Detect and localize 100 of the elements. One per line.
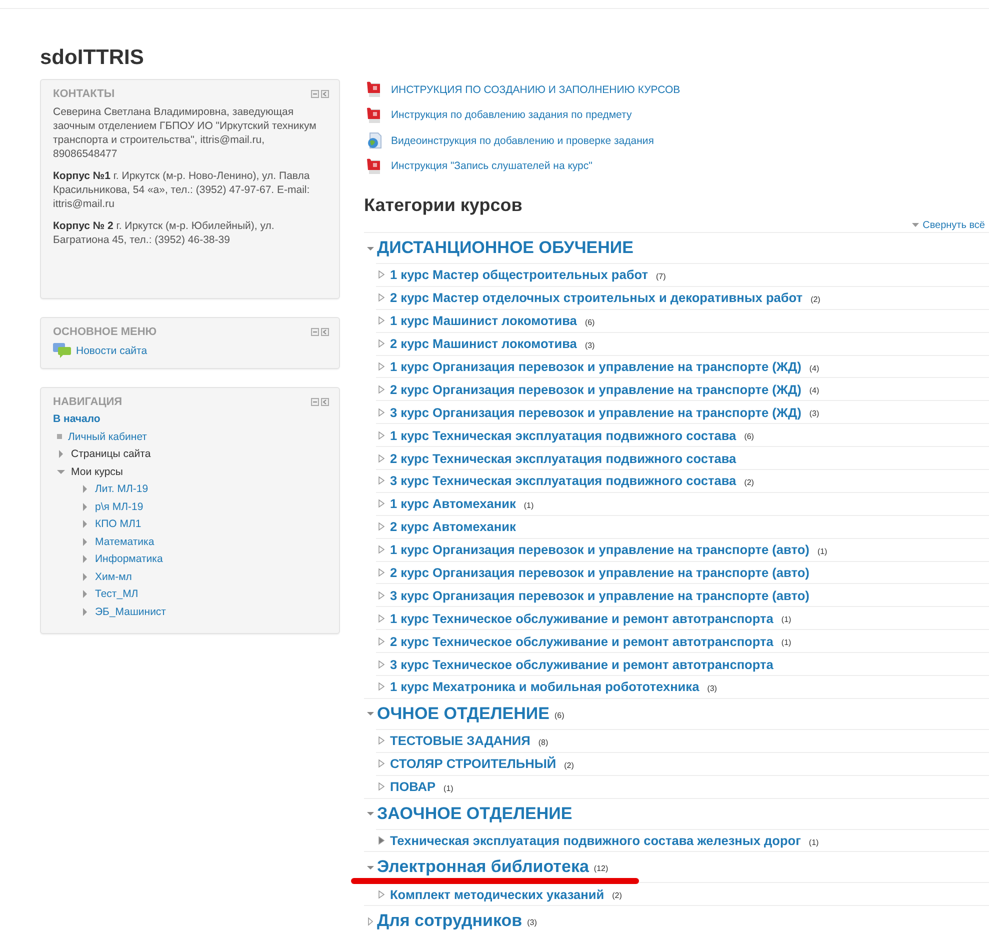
collapse-all-link[interactable]: Свернуть всё	[912, 218, 985, 232]
collapsed-arrow-icon[interactable]	[378, 636, 385, 646]
nav-item[interactable]: Тест_МЛ	[95, 588, 138, 600]
news-link[interactable]: Новости сайта	[76, 344, 148, 356]
nav-item[interactable]: Лит. МЛ-19	[95, 483, 148, 496]
home-link[interactable]: В начало	[53, 413, 329, 425]
collapsed-arrow-icon[interactable]	[378, 316, 385, 326]
collapsed-arrow-icon[interactable]	[378, 408, 385, 417]
category-link[interactable]: ДИСТАНЦИОННОЕ ОБУЧЕНИЕ	[377, 238, 634, 258]
expanded-arrow-icon[interactable]	[366, 809, 375, 818]
subcategory-link[interactable]: ТЕСТОВЫЕ ЗАДАНИЯ	[390, 733, 530, 748]
collapsed-arrow-icon[interactable]	[378, 339, 385, 348]
nav-item[interactable]: Мои курсы	[71, 466, 123, 478]
nav-item[interactable]: Информатика	[95, 553, 163, 566]
collapsed-arrow-icon[interactable]	[378, 568, 385, 578]
subcategory-link[interactable]: ПОВАР	[390, 779, 436, 794]
expanded-arrow-icon[interactable]	[57, 468, 65, 476]
collapsed-arrow-icon[interactable]	[81, 608, 89, 616]
nav-item[interactable]: ЭБ_Машинист	[95, 606, 166, 618]
nav-item[interactable]: Хим-мл	[95, 570, 132, 583]
subcategory-link[interactable]: 2 курс Автомеханик	[390, 519, 516, 534]
collapsed-arrow-icon[interactable]	[378, 660, 385, 669]
collapsed-arrow-icon[interactable]	[378, 782, 385, 792]
collapsed-arrow-icon[interactable]	[378, 293, 385, 302]
collapsed-arrow-icon[interactable]	[57, 450, 65, 458]
category-link[interactable]: Электронная библиотека	[377, 857, 589, 878]
block-controls-icon[interactable]	[311, 328, 329, 336]
collapsed-arrow-icon[interactable]	[378, 499, 385, 508]
collapsed-arrow-icon[interactable]	[378, 682, 385, 692]
pdf-file-icon	[367, 106, 382, 124]
subcategory-link[interactable]: 2 курс Техническое обслуживание и ремонт автотранспорта	[390, 634, 774, 649]
course-count: (1)	[817, 546, 828, 556]
course-count: (8)	[538, 738, 548, 747]
expanded-arrow-icon[interactable]	[366, 709, 375, 718]
course-count: (2)	[744, 478, 754, 487]
collapsed-arrow-icon[interactable]	[378, 545, 385, 554]
nav-item[interactable]: КПО МЛ1	[95, 518, 142, 530]
subcategory-link[interactable]: 1 курс Автомеханик	[390, 496, 516, 512]
contact-text: Корпус № 2 г. Иркутск (м-р. Юбилейный), ул. Багратиона 45, тел.: (3952) 46-38-39	[53, 219, 276, 247]
subcategory-link[interactable]: 1 курс Техническое обслуживание и ремонт автотранспорта	[390, 610, 774, 626]
section-heading: Категории курсов	[364, 194, 524, 217]
collapsed-arrow-icon[interactable]	[81, 485, 89, 494]
resource-link[interactable]: ИНСТРУКЦИЯ ПО СОЗДАНИЮ И ЗАПОЛНЕНИЮ КУРСОВ	[391, 84, 680, 96]
collapsed-arrow-icon[interactable]	[81, 520, 89, 528]
subcategory-link[interactable]: 1 курс Машинист локомотива	[390, 313, 577, 328]
subcategory-link[interactable]: 2 курс Организация перевозок и управление на транспорте (авто)	[390, 565, 810, 580]
collapsed-arrow-icon[interactable]	[378, 590, 385, 600]
collapsed-arrow-icon[interactable]	[378, 522, 385, 532]
collapsed-arrow-icon[interactable]	[81, 555, 89, 564]
collapsed-arrow-icon[interactable]	[378, 270, 385, 280]
resource-link[interactable]: Видеоинструкция по добавлению и проверке задания	[391, 134, 654, 147]
subcategory-link[interactable]: СТОЛЯР СТРОИТЕЛЬНЫЙ	[390, 756, 556, 772]
collapsed-arrow-icon[interactable]	[378, 384, 385, 394]
subcategory-link[interactable]: 2 курс Техническая эксплуатация подвижного состава	[390, 450, 736, 466]
caret-icon	[912, 222, 919, 228]
pdf-file-icon	[367, 158, 382, 175]
subcategory-link[interactable]: 1 курс Организация перевозок и управление на транспорте (ЖД)	[390, 359, 802, 374]
subcategory-link[interactable]: 2 курс Машинист локомотива	[390, 336, 577, 352]
nav-item[interactable]: Страницы сайта	[71, 448, 151, 460]
category-link[interactable]: ОЧНОЕ ОТДЕЛЕНИЕ	[377, 704, 550, 724]
collapsed-arrow-icon[interactable]	[378, 736, 385, 746]
resource-link[interactable]: Инструкция "Запись слушателей на курс"	[391, 160, 592, 172]
course-count: (2)	[612, 891, 622, 900]
subcategory-link[interactable]: 3 курс Техническое обслуживание и ремонт автотранспорта	[390, 656, 774, 672]
collapsed-arrow-icon[interactable]	[378, 476, 385, 486]
course-count: (3)	[584, 340, 595, 350]
contact-text: Северина Светлана Владимировна, заведующая заочным отделением ГБПОУ ИО "Иркутский техникум транспорта и строительства", ittris@mail.ru, 89086548477	[53, 105, 318, 161]
nav-item[interactable]: Личный кабинет	[68, 430, 147, 443]
subcategory-link[interactable]: 1 курс Организация перевозок и управление на транспорте (авто)	[390, 542, 810, 558]
collapsed-arrow-icon[interactable]	[81, 538, 89, 546]
block-controls-icon[interactable]	[311, 90, 329, 98]
subcategory-link[interactable]: 3 курс Организация перевозок и управление на транспорте (ЖД)	[390, 404, 802, 420]
subcategory-link[interactable]: 3 курс Техническая эксплуатация подвижного состава	[390, 473, 736, 488]
subcategory-link[interactable]: 2 курс Организация перевозок и управление на транспорте (ЖД)	[390, 382, 802, 397]
collapsed-arrow-icon[interactable]	[378, 836, 385, 846]
subcategory-link[interactable]: Техническая эксплуатация подвижного состава железных дорог	[390, 833, 801, 848]
collapsed-arrow-icon[interactable]	[81, 502, 89, 511]
subcategory-link[interactable]: 2 курс Мастер отделочных строительных и декоративных работ	[390, 290, 803, 306]
category-link[interactable]: ЗАОЧНОЕ ОТДЕЛЕНИЕ	[377, 804, 572, 824]
collapsed-arrow-icon[interactable]	[81, 572, 89, 581]
collapsed-arrow-icon[interactable]	[366, 916, 375, 926]
nav-item[interactable]: р\я МЛ-19	[95, 500, 144, 513]
globe-file-icon	[367, 132, 382, 150]
category-link[interactable]: Для сотрудников	[377, 911, 522, 932]
collapsed-arrow-icon[interactable]	[378, 430, 385, 440]
subcategory-link[interactable]: 1 курс Мастер общестроительных работ	[390, 267, 648, 282]
subcategory-link[interactable]: 3 курс Организация перевозок и управление на транспорте (авто)	[390, 588, 810, 603]
resource-link[interactable]: Инструкция по добавлению задания по предмету	[391, 109, 632, 122]
subcategory-link[interactable]: 1 курс Техническая эксплуатация подвижного состава	[390, 428, 736, 443]
collapsed-arrow-icon[interactable]	[81, 590, 89, 598]
nav-item[interactable]: Математика	[95, 536, 154, 548]
collapsed-arrow-icon[interactable]	[378, 362, 385, 371]
course-count: (3)	[527, 918, 537, 928]
subcategory-link[interactable]: Комплект методических указаний	[390, 886, 604, 902]
collapsed-arrow-icon[interactable]	[378, 759, 385, 768]
subcategory-link[interactable]: 1 курс Мехатроника и мобильная робототехника	[390, 679, 700, 694]
collapsed-arrow-icon[interactable]	[378, 890, 385, 899]
block-controls-icon[interactable]	[311, 398, 329, 406]
collapsed-arrow-icon[interactable]	[378, 614, 385, 623]
collapsed-arrow-icon[interactable]	[378, 454, 385, 463]
